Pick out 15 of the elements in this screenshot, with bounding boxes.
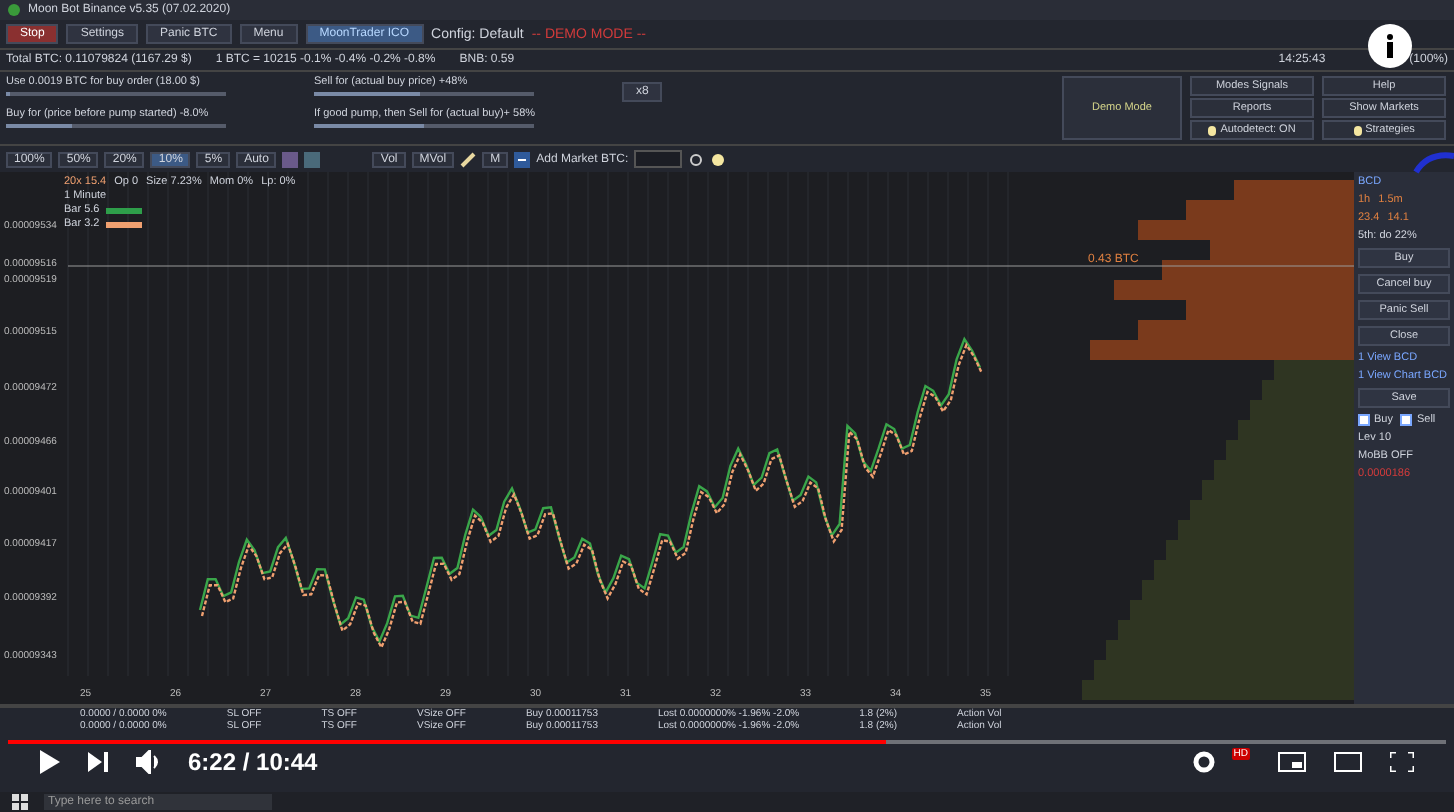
- info-icon[interactable]: [1368, 24, 1412, 68]
- bulb-icon[interactable]: [710, 151, 727, 167]
- app-icon: [6, 2, 22, 18]
- market-input[interactable]: [634, 150, 683, 168]
- checkbox[interactable]: [1400, 414, 1413, 426]
- miniplayer-icon[interactable]: [1278, 752, 1306, 772]
- next-icon[interactable]: [88, 752, 108, 772]
- video-time: 6:22 / 10:44: [188, 748, 318, 776]
- theater-icon[interactable]: [1334, 752, 1362, 772]
- windows-icon[interactable]: [12, 794, 28, 810]
- fullscreen-icon[interactable]: [1390, 752, 1414, 772]
- annotation-stroke: [1413, 152, 1454, 174]
- checkbox[interactable]: [1358, 414, 1370, 426]
- play-icon[interactable]: [40, 750, 60, 774]
- volume-icon[interactable]: [136, 750, 160, 774]
